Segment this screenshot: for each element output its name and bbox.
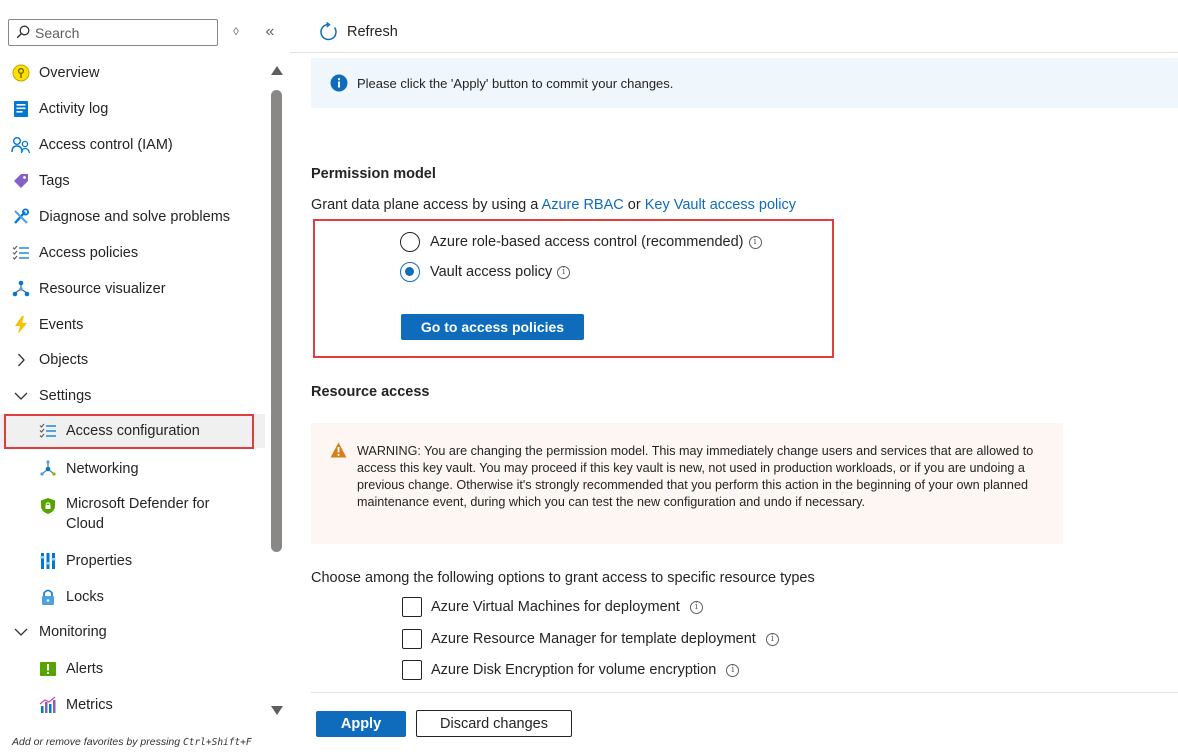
info-tooltip-icon[interactable]: i <box>748 235 762 249</box>
sidebar-item-metrics[interactable]: Metrics <box>0 688 265 722</box>
checkbox-option-vm-deployment[interactable]: Azure Virtual Machines for deployment i <box>402 597 703 617</box>
properties-icon <box>38 551 58 571</box>
resource-access-heading: Resource access <box>311 384 430 400</box>
list-check-icon <box>11 243 31 263</box>
sidebar-item-access-configuration[interactable]: Access configuration <box>0 414 265 449</box>
chevron-down-icon <box>11 622 31 642</box>
resource-types-instructions: Choose among the following options to gr… <box>311 570 815 586</box>
shield-icon <box>38 496 58 516</box>
radio-button[interactable] <box>400 232 420 252</box>
main-content: Refresh Please click the 'Apply' button … <box>290 0 1178 755</box>
lock-icon <box>38 587 58 607</box>
grant-access-text: Grant data plane access by using a Azure… <box>311 197 796 213</box>
info-banner: Please click the 'Apply' button to commi… <box>311 58 1178 108</box>
go-to-access-policies-button[interactable]: Go to access policies <box>401 314 584 340</box>
key-bulb-icon <box>11 63 31 83</box>
sidebar-item-alerts[interactable]: Alerts <box>0 652 265 686</box>
permission-model-heading: Permission model <box>311 166 436 182</box>
info-tooltip-icon[interactable]: i <box>765 632 779 646</box>
checkbox[interactable] <box>402 660 422 680</box>
sidebar-item-resource-visualizer[interactable]: Resource visualizer <box>0 272 265 306</box>
checkbox-option-disk-encryption[interactable]: Azure Disk Encryption for volume encrypt… <box>402 660 740 680</box>
sidebar-item-activity-log[interactable]: Activity log <box>0 92 265 126</box>
people-icon <box>11 135 31 155</box>
network-icon <box>38 459 58 479</box>
scroll-up-arrow-icon[interactable] <box>271 66 283 75</box>
info-tooltip-icon[interactable]: i <box>557 265 571 279</box>
scrollbar-thumb[interactable] <box>271 90 282 552</box>
metrics-icon <box>38 695 58 715</box>
refresh-icon <box>320 22 337 41</box>
warning-banner: WARNING: You are changing the permission… <box>311 423 1063 544</box>
radio-option-rbac[interactable]: Azure role-based access control (recomme… <box>400 232 762 252</box>
key-vault-access-policy-link[interactable]: Key Vault access policy <box>645 197 796 213</box>
lightning-icon <box>11 315 31 335</box>
sidebar-item-access-policies[interactable]: Access policies <box>0 236 265 270</box>
search-icon <box>16 25 30 39</box>
favorites-hint: Add or remove favorites by pressing Ctrl… <box>12 736 252 748</box>
discard-changes-button[interactable]: Discard changes <box>416 710 572 737</box>
menu-search-input[interactable] <box>35 23 210 42</box>
sidebar-item-objects[interactable]: Objects <box>0 343 265 377</box>
info-icon <box>330 74 348 92</box>
apply-button[interactable]: Apply <box>316 711 406 737</box>
tag-icon <box>11 171 31 191</box>
checkbox[interactable] <box>402 597 422 617</box>
refresh-button[interactable]: Refresh <box>319 22 398 42</box>
list-check-icon <box>38 421 58 441</box>
menu-search-box[interactable] <box>8 19 218 46</box>
sidebar-scrollbar[interactable] <box>268 62 285 724</box>
resource-menu-sidebar: ◊ « Overview Activity log Access control… <box>0 0 290 755</box>
hierarchy-icon <box>11 279 31 299</box>
info-tooltip-icon[interactable]: i <box>726 663 740 677</box>
footer-action-bar: Apply Discard changes <box>311 692 1178 755</box>
azure-rbac-link[interactable]: Azure RBAC <box>542 197 624 213</box>
info-tooltip-icon[interactable]: i <box>689 600 703 614</box>
radio-button-selected[interactable] <box>400 262 420 282</box>
wrench-icon <box>11 207 31 227</box>
alert-icon <box>38 659 58 679</box>
sidebar-group-settings[interactable]: Settings <box>0 379 265 413</box>
chevron-right-icon <box>11 350 31 370</box>
chevron-down-icon <box>11 386 31 406</box>
sidebar-item-networking[interactable]: Networking <box>0 452 265 486</box>
checkbox[interactable] <box>402 629 422 649</box>
checkbox-option-arm-template[interactable]: Azure Resource Manager for template depl… <box>402 629 779 649</box>
sidebar-item-access-control[interactable]: Access control (IAM) <box>0 128 265 162</box>
sidebar-item-tags[interactable]: Tags <box>0 164 265 198</box>
sidebar-group-monitoring[interactable]: Monitoring <box>0 615 265 649</box>
scroll-down-arrow-icon[interactable] <box>271 706 283 715</box>
sidebar-item-events[interactable]: Events <box>0 308 265 342</box>
expand-collapse-all-icon[interactable]: ◊ <box>228 24 244 40</box>
sidebar-item-locks[interactable]: Locks <box>0 580 265 614</box>
radio-option-vault-access-policy[interactable]: Vault access policy i <box>400 262 571 282</box>
sidebar-item-overview[interactable]: Overview <box>0 56 265 90</box>
command-bar: Refresh <box>290 0 1178 53</box>
collapse-menu-icon[interactable]: « <box>262 23 278 41</box>
sidebar-item-diagnose[interactable]: Diagnose and solve problems <box>0 200 265 234</box>
sidebar-item-properties[interactable]: Properties <box>0 544 265 578</box>
keyboard-shortcut: Ctrl+Shift+F <box>183 737 252 748</box>
warning-icon <box>330 442 347 458</box>
activity-log-icon <box>11 99 31 119</box>
sidebar-item-defender[interactable]: Microsoft Defender for Cloud <box>0 494 265 538</box>
